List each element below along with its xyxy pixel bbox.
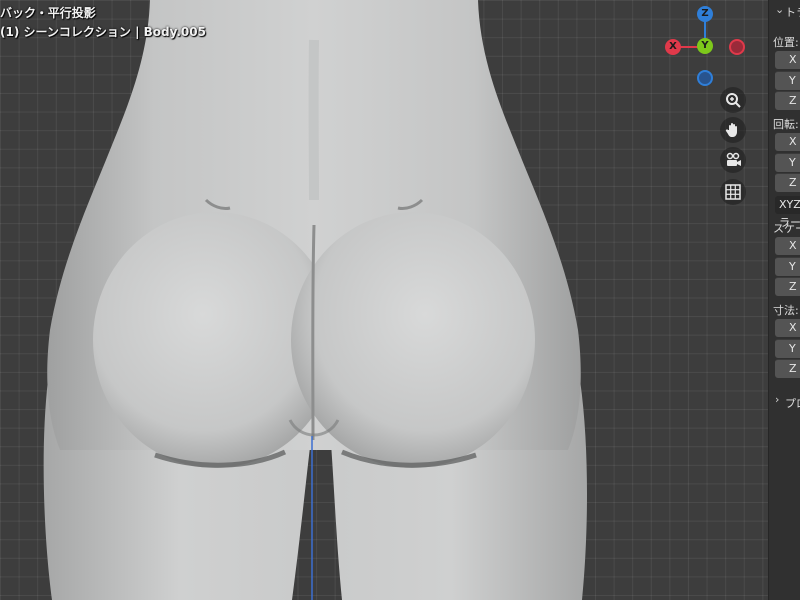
scale-x-field[interactable]: X [775,237,800,255]
gizmo-y-axis[interactable]: Y [697,38,713,54]
hand-icon[interactable] [720,117,746,143]
location-label: 位置: [773,36,799,49]
navigation-gizmo[interactable]: X Z Y [660,2,750,92]
dimensions-z-field[interactable]: Z [775,359,800,378]
dimensions-y-field[interactable]: Y [775,339,800,358]
dimensions-x-field[interactable]: X [775,319,800,337]
location-x-field[interactable]: X [775,51,800,69]
gizmo-z-axis[interactable]: Z [697,6,713,22]
transform-header[interactable]: トランスフォーム [785,4,800,20]
chevron-right-icon[interactable]: › [775,393,779,406]
location-z-field[interactable]: Z [775,91,800,110]
rotation-label: 回転: [773,118,799,131]
gizmo-neg-z-axis[interactable] [697,70,713,86]
scale-label: スケール: [773,222,800,235]
rotation-y-field[interactable]: Y [775,153,800,172]
scene-collection-label: (1) シーンコレクション | Body.005 [0,25,206,39]
3d-viewport[interactable]: バック・平行投影 (1) シーンコレクション | Body.005 X Z Y [0,0,768,600]
camera-icon[interactable] [720,147,746,173]
chevron-down-icon[interactable]: ⌄ [775,3,784,16]
gizmo-x-axis[interactable]: X [665,39,681,55]
dimensions-label: 寸法: [773,304,799,317]
grid-icon[interactable] [720,179,746,205]
rotation-x-field[interactable]: X [775,133,800,151]
location-y-field[interactable]: Y [775,71,800,90]
gizmo-neg-x-axis[interactable] [729,39,745,55]
scale-y-field[interactable]: Y [775,257,800,276]
zoom-icon[interactable] [720,87,746,113]
view-title: バック・平行投影 [0,6,96,20]
body-mesh [43,0,587,600]
properties-panel[interactable]: ⌄ トランスフォーム 位置: X Y Z 回転: X Y Z XYZ オイラー角… [768,0,800,600]
scale-z-field[interactable]: Z [775,277,800,296]
rotation-mode-dropdown[interactable]: XYZ オイラー角 [775,196,800,229]
properties-header[interactable]: プロパティ [785,395,800,411]
rotation-z-field[interactable]: Z [775,173,800,192]
